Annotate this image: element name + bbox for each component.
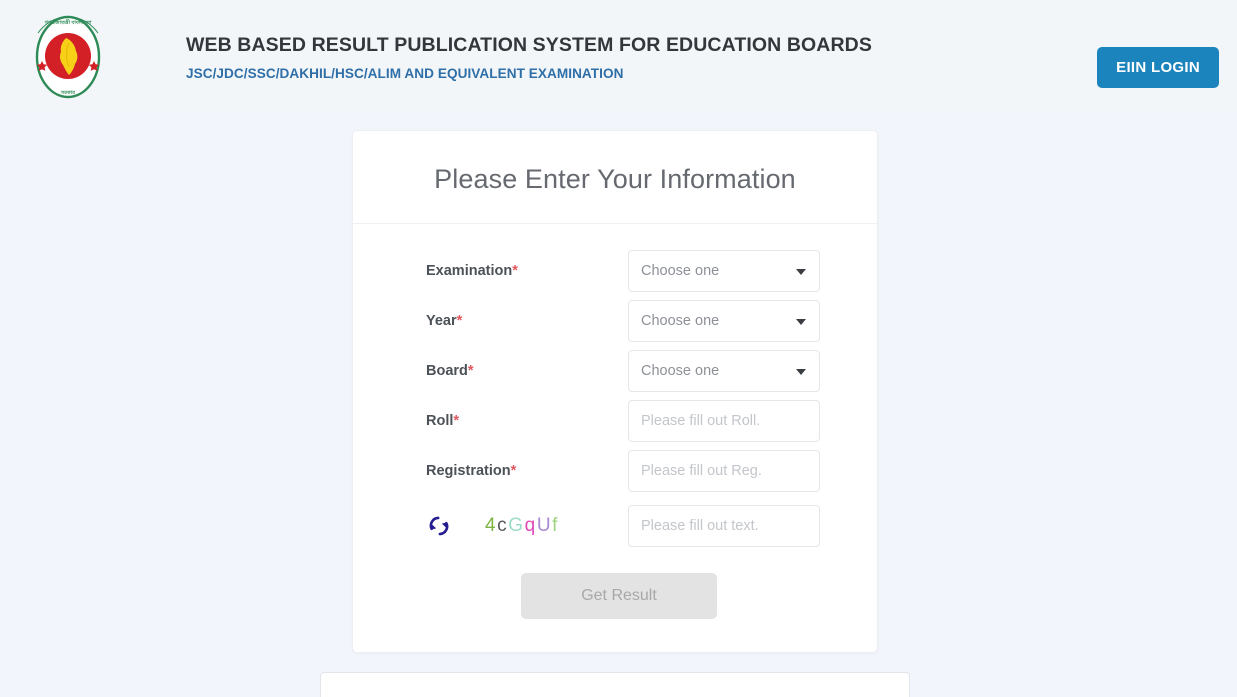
select-wrap-examination: Choose one: [628, 250, 820, 292]
label-board-text: Board: [426, 363, 468, 379]
label-board: Board*: [426, 363, 628, 379]
label-registration-text: Registration: [426, 463, 511, 479]
page-header: গণপ্রজাতন্ত্রী বাংলাদেশ সরকার WEB BASED …: [0, 0, 1237, 113]
required-marker: *: [453, 413, 460, 429]
captcha-char-3: q: [524, 515, 537, 536]
form-row-year: Year* Choose one: [353, 300, 877, 342]
select-examination[interactable]: Choose one: [628, 250, 820, 292]
label-examination: Examination*: [426, 263, 628, 279]
captcha-characters: 4cGqUf: [485, 515, 559, 537]
captcha-char-4: U: [536, 515, 553, 536]
svg-text:সরকার: সরকার: [60, 90, 75, 96]
site-subtitle: JSC/JDC/SSC/DAKHIL/HSC/ALIM AND EQUIVALE…: [186, 66, 624, 81]
emblem-icon: গণপ্রজাতন্ত্রী বাংলাদেশ সরকার: [35, 15, 101, 98]
label-year-text: Year: [426, 313, 457, 329]
registration-input[interactable]: [628, 450, 820, 492]
label-year: Year*: [426, 313, 628, 329]
main-content: Please Enter Your Information Examinatio…: [0, 113, 1237, 697]
select-wrap-year: Choose one: [628, 300, 820, 342]
form-card-header: Please Enter Your Information: [353, 131, 877, 224]
form-row-captcha: 4cGqUf: [353, 505, 877, 547]
eiin-login-button[interactable]: EIIN LOGIN: [1097, 47, 1219, 88]
required-marker: *: [467, 363, 474, 379]
form-row-roll: Roll*: [353, 400, 877, 442]
secondary-card-partial: [320, 672, 910, 697]
required-marker: *: [512, 263, 518, 279]
roll-input[interactable]: [628, 400, 820, 442]
required-marker: *: [510, 463, 517, 479]
select-wrap-board: Choose one: [628, 350, 820, 392]
select-year[interactable]: Choose one: [628, 300, 820, 342]
label-examination-text: Examination: [426, 263, 513, 279]
form-row-registration: Registration*: [353, 450, 877, 492]
svg-text:গণপ্রজাতন্ত্রী বাংলাদেশ: গণপ্রজাতন্ত্রী বাংলাদেশ: [45, 18, 93, 26]
result-form-card: Please Enter Your Information Examinatio…: [352, 130, 878, 653]
label-registration: Registration*: [426, 463, 628, 479]
captcha-display: 4cGqUf: [426, 513, 628, 539]
captcha-char-0: 4: [485, 515, 498, 536]
header-text-block: WEB BASED RESULT PUBLICATION SYSTEM FOR …: [186, 32, 872, 81]
form-title: Please Enter Your Information: [434, 164, 796, 194]
captcha-char-5: f: [552, 515, 560, 536]
refresh-icon[interactable]: [426, 513, 452, 539]
form-row-examination: Examination* Choose one: [353, 250, 877, 292]
captcha-char-2: G: [508, 515, 525, 536]
site-title: WEB BASED RESULT PUBLICATION SYSTEM FOR …: [186, 34, 872, 56]
label-roll-text: Roll: [426, 413, 454, 429]
submit-row: Get Result: [353, 573, 877, 619]
select-board[interactable]: Choose one: [628, 350, 820, 392]
required-marker: *: [456, 313, 463, 329]
captcha-char-1: c: [497, 515, 509, 536]
form-row-board: Board* Choose one: [353, 350, 877, 392]
bangladesh-government-emblem-logo: গণপ্রজাতন্ত্রী বাংলাদেশ সরকার: [22, 11, 114, 103]
captcha-input[interactable]: [628, 505, 820, 547]
label-roll: Roll*: [426, 413, 628, 429]
form-card-body: Examination* Choose one Year* Choose one…: [353, 224, 877, 652]
get-result-button[interactable]: Get Result: [521, 573, 717, 619]
